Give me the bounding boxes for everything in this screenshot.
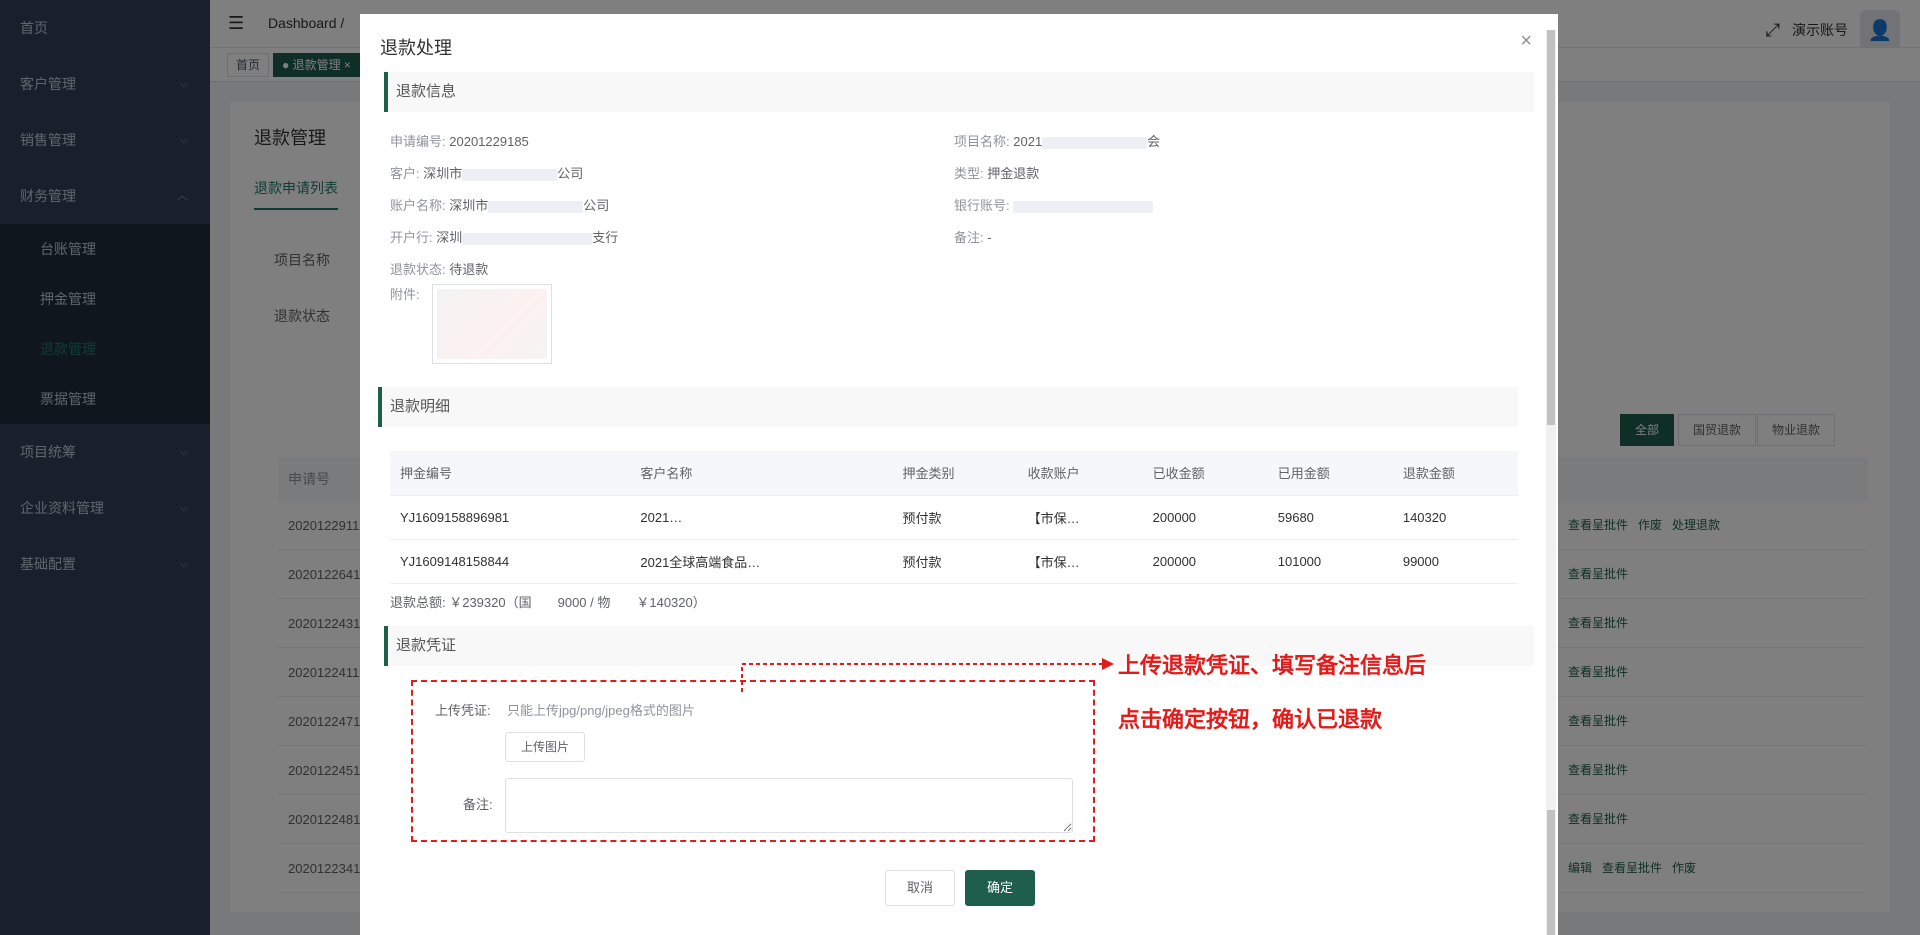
column-header: 押金类别 xyxy=(892,451,1018,496)
table-cell: 【市保… xyxy=(1017,539,1143,584)
field-label: 项目名称: xyxy=(954,134,1010,149)
table-cell: 200000 xyxy=(1142,539,1268,584)
dialog-scrollbar[interactable] xyxy=(1546,30,1556,935)
attachment-thumbnail[interactable] xyxy=(432,284,552,364)
table-row: YJ1609158896981 2021… 预付款 【市保… 200000 59… xyxy=(390,495,1518,540)
customer-field: 客户: 深圳市 公司 xyxy=(390,163,583,182)
field-value: 深圳市 xyxy=(423,166,463,181)
field-label: 客户: xyxy=(390,166,420,181)
account-field: 账户名称: 深圳市 公司 xyxy=(390,195,609,214)
field-value: 深圳市 xyxy=(449,198,489,213)
type-field: 类型: 押金退款 xyxy=(954,163,1039,182)
field-label: 开户行: xyxy=(390,230,433,245)
redacted-block xyxy=(462,168,558,181)
annotation-arrow xyxy=(741,658,1114,692)
column-header: 退款金额 xyxy=(1392,451,1518,496)
attachment-image xyxy=(437,289,547,359)
table-cell: 预付款 xyxy=(892,495,1018,540)
bank-no-field: 银行账号: xyxy=(954,195,1154,214)
redacted-block xyxy=(1042,136,1148,149)
table-cell: 99000 xyxy=(1392,539,1518,584)
remark-label: 备注: xyxy=(463,797,493,812)
table-header-row: 押金编号 客户名称 押金类别 收款账户 已收金额 已用金额 退款金额 xyxy=(390,451,1518,496)
field-value: 支行 xyxy=(592,230,619,245)
redacted-block xyxy=(462,232,593,245)
field-value: - xyxy=(987,230,992,245)
cancel-button[interactable]: 取消 xyxy=(885,870,955,906)
field-label: 备注: xyxy=(954,230,984,245)
field-label: 退款状态: xyxy=(390,262,446,277)
column-header: 已收金额 xyxy=(1142,451,1268,496)
table-cell: 2021全球高端食品… xyxy=(630,539,893,584)
field-label: 申请编号: xyxy=(390,134,446,149)
close-icon[interactable]: × xyxy=(1520,30,1532,53)
refund-total: 退款总额: ￥239320（国 9000 / 物 ￥140320） xyxy=(390,595,706,610)
upload-label: 上传凭证: xyxy=(435,703,491,718)
field-value: 深圳 xyxy=(436,230,463,245)
column-header: 已用金额 xyxy=(1267,451,1393,496)
table-cell: 101000 xyxy=(1267,539,1393,584)
table-cell: 200000 xyxy=(1142,495,1268,540)
upload-hint: 只能上传jpg/png/jpeg格式的图片 xyxy=(507,703,695,718)
field-label: 类型: xyxy=(954,166,984,181)
field-value: 公司 xyxy=(557,166,584,181)
column-header: 收款账户 xyxy=(1017,451,1143,496)
project-field: 项目名称: 2021 会 xyxy=(954,131,1160,150)
annotation-text-1: 上传退款凭证、填写备注信息后 xyxy=(1118,653,1427,679)
field-value: 待退款 xyxy=(449,262,489,277)
table-cell: 2021… xyxy=(630,495,893,540)
section-refund-info: 退款信息 xyxy=(384,72,1534,112)
redacted-block xyxy=(1013,200,1154,213)
redacted-block xyxy=(488,200,584,213)
refund-dialog: 退款处理 × 退款信息 申请编号: 20201229185 项目名称: 2021… xyxy=(360,14,1558,935)
field-label: 银行账号: xyxy=(954,198,1010,213)
scrollbar-thumb[interactable] xyxy=(1547,30,1555,425)
table-cell: YJ1609158896981 xyxy=(390,495,631,540)
confirm-button[interactable]: 确定 xyxy=(965,870,1035,906)
table-cell: 59680 xyxy=(1267,495,1393,540)
dialog-title: 退款处理 xyxy=(380,38,452,58)
bank-field: 开户行: 深圳 支行 xyxy=(390,227,618,246)
status-field: 退款状态: 待退款 xyxy=(390,259,488,278)
field-label: 附件: xyxy=(390,287,420,302)
section-refund-detail: 退款明细 xyxy=(378,387,1518,427)
scrollbar-thumb[interactable] xyxy=(1547,810,1555,935)
attachment-label: 附件: xyxy=(390,284,420,303)
field-value: 2021 xyxy=(1013,134,1043,149)
field-value: 20201229185 xyxy=(449,134,529,149)
column-header: 客户名称 xyxy=(630,451,893,496)
upload-image-button[interactable]: 上传图片 xyxy=(505,732,585,762)
table-cell: 【市保… xyxy=(1017,495,1143,540)
apply-no-field: 申请编号: 20201229185 xyxy=(390,131,529,150)
field-value: 公司 xyxy=(583,198,610,213)
annotation-text-2: 点击确定按钮，确认已退款 xyxy=(1118,707,1383,733)
table-cell: 预付款 xyxy=(892,539,1018,584)
remark-textarea[interactable] xyxy=(505,778,1073,833)
table-row: YJ1609148158844 2021全球高端食品… 预付款 【市保… 200… xyxy=(390,539,1518,584)
table-cell: YJ1609148158844 xyxy=(390,539,631,584)
remark-field: 备注: - xyxy=(954,227,992,246)
field-value: 押金退款 xyxy=(987,166,1040,181)
field-label: 账户名称: xyxy=(390,198,446,213)
refund-detail-table: 押金编号 客户名称 押金类别 收款账户 已收金额 已用金额 退款金额 YJ160… xyxy=(390,451,1518,584)
table-cell: 140320 xyxy=(1392,495,1518,540)
field-value: 会 xyxy=(1147,134,1161,149)
column-header: 押金编号 xyxy=(390,451,631,496)
